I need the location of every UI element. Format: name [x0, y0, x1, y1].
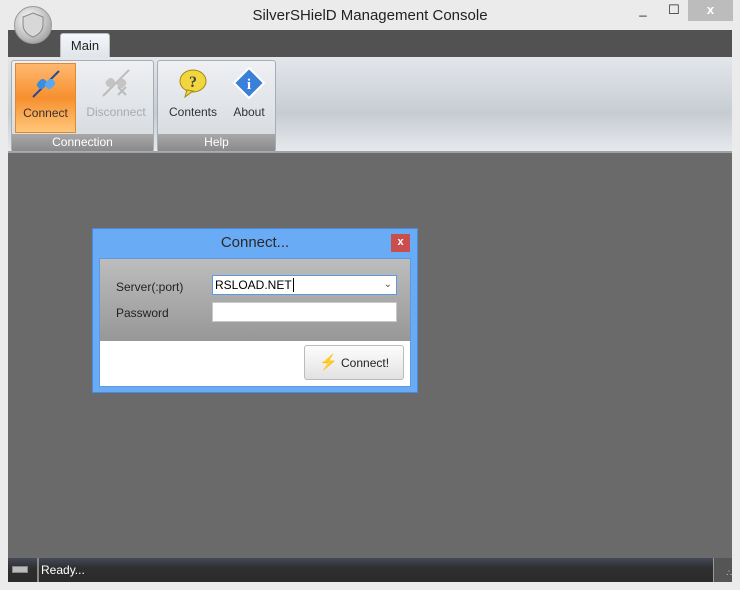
question-bubble-icon: ? — [179, 69, 207, 99]
lightning-icon: ⚡ — [318, 354, 338, 371]
contents-label: Contents — [168, 105, 218, 119]
contents-ribbon-button[interactable]: ? Contents — [164, 63, 222, 133]
password-label: Password — [116, 306, 169, 320]
plug-disconnect-icon — [102, 69, 130, 97]
ribbon-tab-strip — [8, 30, 732, 57]
about-ribbon-button[interactable]: i About — [224, 63, 274, 133]
connect-label: Connect — [23, 106, 68, 120]
svg-text:i: i — [247, 77, 251, 93]
close-button[interactable]: x — [688, 0, 733, 21]
status-text: Ready... — [41, 563, 85, 577]
resize-grip-icon[interactable]: ∴ — [713, 558, 732, 582]
dialog-body: Server(:port) RSLOAD.NET ⌄ Password ⚡ Co… — [99, 258, 411, 387]
server-value: RSLOAD.NET — [215, 278, 292, 292]
password-field[interactable] — [212, 302, 397, 322]
group-label-help: Help — [158, 134, 275, 151]
status-bar: Ready... ∴ — [8, 558, 732, 582]
connect-ribbon-button[interactable]: Connect — [15, 63, 76, 133]
dialog-close-button[interactable]: x — [391, 234, 410, 252]
info-diamond-icon: i — [233, 67, 265, 99]
connect-dialog: Connect... x Server(:port) RSLOAD.NET ⌄ … — [92, 228, 418, 393]
app-menu-button[interactable] — [14, 6, 52, 44]
maximize-button[interactable]: ☐ — [659, 0, 689, 21]
server-label: Server(:port) — [116, 280, 184, 294]
ribbon-group-connection: Connect Disconnect Connection — [11, 60, 154, 152]
disconnect-label: Disconnect — [86, 105, 146, 119]
group-label-connection: Connection — [12, 134, 153, 151]
connect-submit-button[interactable]: ⚡ Connect! — [304, 345, 404, 380]
about-label: About — [233, 105, 265, 119]
dialog-title: Connect... — [220, 234, 290, 251]
dialog-form-area: Server(:port) RSLOAD.NET ⌄ Password — [100, 259, 410, 341]
svg-text:?: ? — [189, 74, 197, 91]
connect-submit-label: Connect! — [341, 356, 390, 370]
server-combobox[interactable]: RSLOAD.NET ⌄ — [212, 275, 397, 295]
plug-connect-icon — [31, 70, 60, 98]
status-divider — [37, 558, 39, 582]
shield-logo-icon — [22, 12, 44, 38]
status-flag-icon — [12, 566, 28, 573]
tab-main[interactable]: Main — [60, 33, 110, 58]
disconnect-ribbon-button[interactable]: Disconnect — [82, 63, 150, 133]
minimize-button[interactable]: _ — [628, 0, 658, 21]
chevron-down-icon[interactable]: ⌄ — [384, 276, 392, 294]
ribbon-group-help: ? Contents i About Help — [157, 60, 276, 152]
